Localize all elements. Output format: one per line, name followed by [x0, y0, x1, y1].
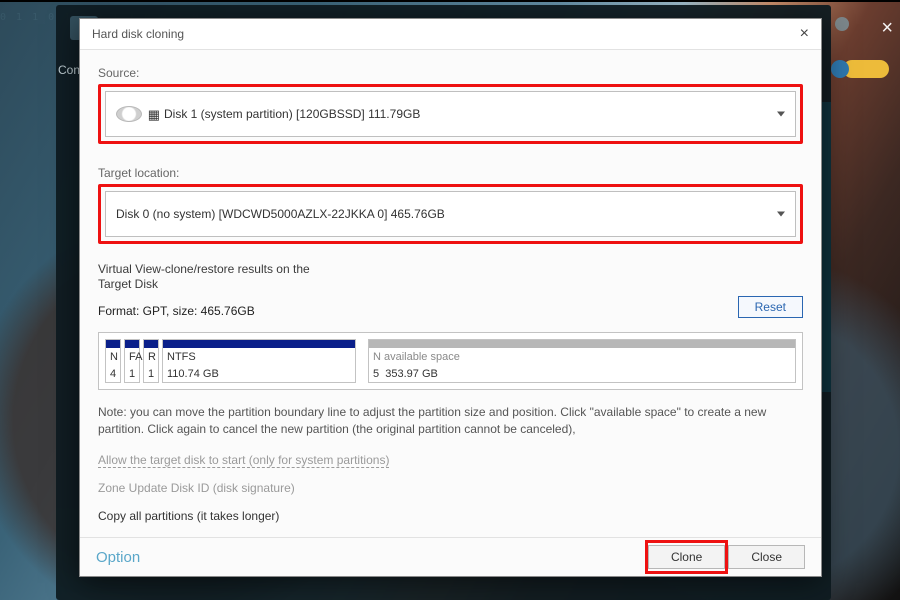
target-value: Disk 0 (no system) [WDCWD5000AZLX-22JKKA…: [116, 207, 445, 221]
dialog-titlebar: Hard disk cloning ×: [80, 19, 821, 50]
gear-icon[interactable]: [835, 17, 849, 31]
option-copy-all: Copy all partitions (it takes longer): [98, 509, 803, 523]
chevron-down-icon: [777, 112, 785, 117]
source-value: Disk 1 (system partition) [120GBSSD] 111…: [164, 107, 420, 121]
partition-2: R 1: [143, 339, 159, 383]
partition-3: NTFS 110.74 GB: [162, 339, 356, 383]
source-select[interactable]: ▦ Disk 1 (system partition) [120GBSSD] 1…: [105, 91, 796, 137]
pro-badge: [843, 60, 889, 78]
target-label: Target location:: [98, 166, 803, 180]
source-highlight: ▦ Disk 1 (system partition) [120GBSSD] 1…: [98, 84, 803, 144]
clone-button[interactable]: Clone: [648, 545, 725, 569]
reset-button[interactable]: Reset: [738, 296, 803, 318]
format-line: Format: GPT, size: 465.76GB: [98, 304, 803, 318]
hdd-icon: ▦: [116, 104, 154, 124]
help-badge[interactable]: [831, 60, 849, 78]
dialog-title: Hard disk cloning: [92, 27, 184, 41]
target-highlight: Disk 0 (no system) [WDCWD5000AZLX-22JKKA…: [98, 184, 803, 244]
virtual-view-heading: Virtual View-clone/restore results on th…: [98, 262, 328, 292]
close-icon[interactable]: ×: [800, 19, 809, 49]
target-select[interactable]: Disk 0 (no system) [WDCWD5000AZLX-22JKKA…: [105, 191, 796, 237]
option-allow-start: Allow the target disk to start (only for…: [98, 453, 803, 467]
close-button[interactable]: Close: [728, 545, 805, 569]
partition-1: FA 1: [124, 339, 140, 383]
clone-highlight: Clone: [645, 540, 728, 574]
partition-0: N 4: [105, 339, 121, 383]
dialog-footer: Option Clone Close: [80, 537, 821, 576]
partition-free: N available space 5 353.97 GB: [368, 339, 796, 383]
option-link[interactable]: Option: [96, 549, 140, 566]
partition-diagram[interactable]: N 4 FA 1 R 1 NTFS 110.74 GB N available …: [98, 332, 803, 390]
chevron-down-icon: [777, 212, 785, 217]
used-partitions[interactable]: N 4 FA 1 R 1 NTFS 110.74 GB: [105, 339, 356, 383]
option-zone-update: Zone Update Disk ID (disk signature): [98, 481, 803, 495]
note-text: Note: you can move the partition boundar…: [98, 404, 803, 439]
app-close-icon[interactable]: ×: [881, 17, 893, 40]
source-label: Source:: [98, 66, 803, 80]
clone-dialog: Hard disk cloning × Source: ▦ Disk 1 (sy…: [79, 18, 822, 577]
